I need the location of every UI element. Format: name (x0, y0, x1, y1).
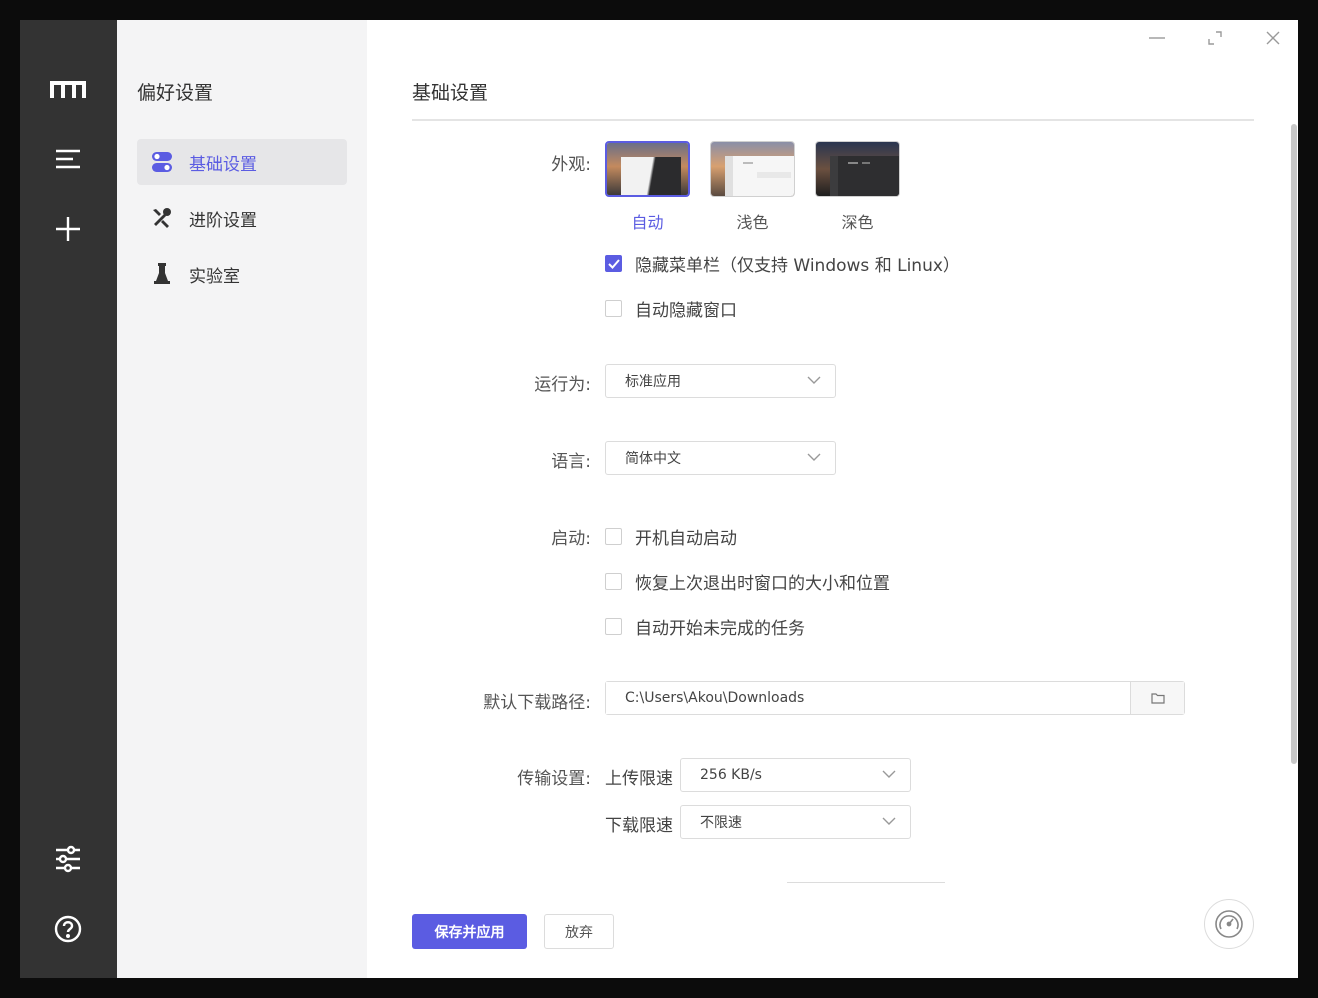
sidebar-item-basic[interactable]: 基础设置 (137, 139, 347, 185)
download-limit-select[interactable]: 不限速 (680, 805, 911, 839)
startup-option-restore-window[interactable]: 恢复上次退出时窗口的大小和位置 (605, 569, 890, 594)
sidebar-item-advanced[interactable]: 进阶设置 (137, 195, 347, 241)
upload-limit-label: 上传限速 (605, 769, 673, 789)
sidebar-item-label: 基础设置 (189, 154, 257, 175)
add-icon[interactable] (50, 211, 86, 247)
logo-icon[interactable] (50, 72, 86, 108)
download-path-input[interactable] (606, 682, 1130, 714)
hide-menubar-option[interactable]: 隐藏菜单栏（仅支持 Windows 和 Linux） (605, 251, 960, 276)
run-as-value: 标准应用 (625, 374, 681, 390)
appearance-label: 外观: (551, 155, 591, 175)
theme-name: 浅色 (736, 213, 769, 232)
download-path-field (605, 681, 1185, 715)
run-as-select[interactable]: 标准应用 (605, 364, 836, 398)
page-title: 基础设置 (412, 82, 489, 104)
chevron-down-icon (882, 770, 896, 778)
startup-option-resume-tasks[interactable]: 自动开始未完成的任务 (605, 614, 805, 639)
auto-hide-window-option[interactable]: 自动隐藏窗口 (605, 296, 737, 321)
save-apply-button[interactable]: 保存并应用 (412, 914, 527, 949)
discard-button[interactable]: 放弃 (544, 914, 614, 949)
language-value: 简体中文 (625, 451, 681, 467)
sidebar-item-lab[interactable]: 实验室 (137, 251, 347, 297)
hide-menubar-label: 隐藏菜单栏（仅支持 Windows 和 Linux） (635, 256, 960, 276)
sidebar-title: 偏好设置 (137, 82, 214, 104)
startup-label: 启动: (551, 529, 591, 549)
restore-window-label: 恢复上次退出时窗口的大小和位置 (635, 574, 890, 594)
close-button[interactable] (1260, 28, 1286, 48)
scrollbar[interactable] (1291, 124, 1297, 764)
resume-tasks-label: 自动开始未完成的任务 (635, 619, 805, 639)
theme-picker: 自动 浅色 深色 (605, 141, 900, 233)
theme-light-preview (710, 141, 795, 197)
chevron-down-icon (882, 817, 896, 825)
sidebar-item-label: 实验室 (189, 266, 240, 287)
autostart-checkbox[interactable] (605, 528, 622, 545)
language-label: 语言: (551, 452, 591, 472)
browse-folder-button[interactable] (1130, 682, 1184, 714)
maximize-button[interactable] (1202, 28, 1228, 48)
sliders-icon[interactable] (50, 841, 86, 877)
theme-auto-preview (605, 141, 690, 197)
lab-icon (151, 263, 173, 285)
preferences-sidebar: 偏好设置 基础设置 进阶设置 实验室 (117, 20, 367, 978)
help-icon[interactable] (50, 911, 86, 947)
hide-menubar-checkbox[interactable] (605, 255, 622, 272)
section-divider (787, 882, 945, 883)
toggle-icon (151, 151, 173, 173)
theme-auto[interactable]: 自动 (605, 141, 690, 233)
nav-rail (20, 20, 117, 978)
speedometer-icon (1215, 910, 1243, 938)
theme-light[interactable]: 浅色 (710, 141, 795, 233)
theme-name: 自动 (631, 213, 664, 232)
chevron-down-icon (807, 453, 821, 461)
speedometer-button[interactable] (1204, 899, 1254, 949)
minimize-button[interactable] (1144, 28, 1170, 48)
tools-icon (151, 207, 173, 229)
resume-tasks-checkbox[interactable] (605, 618, 622, 635)
download-limit-label: 下载限速 (605, 816, 673, 836)
autostart-label: 开机自动启动 (635, 529, 737, 549)
restore-window-checkbox[interactable] (605, 573, 622, 590)
menu-icon[interactable] (50, 141, 86, 177)
theme-dark-preview (815, 141, 900, 197)
startup-option-autostart[interactable]: 开机自动启动 (605, 524, 737, 549)
settings-panel: 基础设置 外观: 自动 浅色 深色 隐藏菜单栏（仅支持 Windows 和 Li… (367, 20, 1298, 978)
sidebar-item-label: 进阶设置 (189, 210, 257, 231)
upload-limit-select[interactable]: 256 KB/s (680, 758, 911, 792)
run-as-label: 运行为: (534, 375, 591, 395)
upload-limit-value: 256 KB/s (700, 767, 762, 783)
auto-hide-window-checkbox[interactable] (605, 300, 622, 317)
language-select[interactable]: 简体中文 (605, 441, 836, 475)
auto-hide-window-label: 自动隐藏窗口 (635, 301, 737, 321)
download-path-label: 默认下载路径: (483, 693, 591, 713)
theme-dark[interactable]: 深色 (815, 141, 900, 233)
title-divider (412, 119, 1254, 121)
download-limit-value: 不限速 (700, 815, 742, 831)
app-window: 偏好设置 基础设置 进阶设置 实验室 基础设置 外观: 自动 浅色 深色 隐藏菜… (20, 20, 1298, 978)
folder-icon (1150, 693, 1165, 704)
transfer-label: 传输设置: (517, 769, 591, 789)
chevron-down-icon (807, 376, 821, 384)
theme-name: 深色 (841, 213, 874, 232)
